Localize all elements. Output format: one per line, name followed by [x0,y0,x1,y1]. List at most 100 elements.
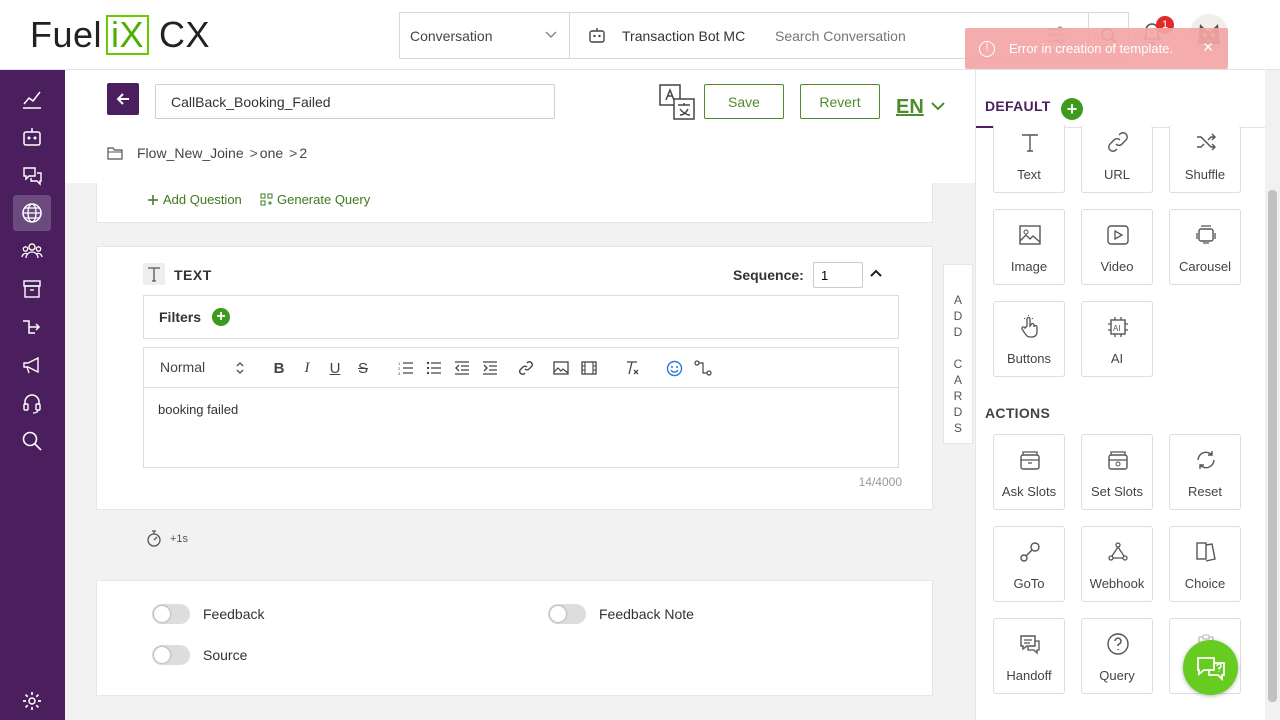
sidebar-item-settings[interactable] [13,683,51,719]
search-icon [22,431,42,451]
tab-default-label: DEFAULT [985,98,1051,114]
add-cards-toggle[interactable]: A D D C A R D S [943,264,973,444]
filters-section: Filters + [143,295,899,339]
emoji-icon[interactable] [665,359,683,377]
help-chat-button[interactable] [1183,640,1238,695]
chevron-down-icon[interactable] [931,102,945,111]
action-tile-handoff[interactable]: Handoff [993,618,1065,694]
users-icon [21,243,43,259]
feedback-toggle[interactable] [152,604,190,624]
action-tile-set-slots[interactable]: Set Slots [1081,434,1153,510]
sidebar-item-faq[interactable] [13,157,51,193]
tile-label: Buttons [1006,351,1052,366]
set-slot-icon [1106,448,1130,472]
settings-icon [23,692,41,710]
card-tile-ai[interactable]: AI AI [1081,301,1153,377]
card-tile-text[interactable]: Text [993,125,1065,193]
delay-indicator[interactable]: +1s [146,530,188,547]
megaphone-icon [23,356,39,374]
webhook-icon [1106,540,1130,564]
italic-icon[interactable]: I [298,359,316,377]
breadcrumb-level-1[interactable]: one [260,145,283,161]
sidebar-item-bots[interactable] [13,119,51,155]
sidebar-item-archive[interactable] [13,271,51,307]
add-question-link[interactable]: Add Question [147,192,242,207]
question-icon [1106,632,1130,656]
strikethrough-icon[interactable]: S [354,359,372,377]
sidebar-item-globe[interactable] [13,195,51,231]
add-tab-button[interactable]: + [1061,98,1083,120]
add-question-label: Add Question [163,192,242,207]
breadcrumb-level-2[interactable]: 2 [299,145,307,161]
editor-content: booking failed [158,402,239,417]
feedback-note-toggle[interactable] [548,604,586,624]
bot-select[interactable]: Transaction Bot MC [570,13,765,58]
template-name-input[interactable] [155,84,555,119]
add-cards-letter: A [953,373,962,387]
sidebar-item-users[interactable] [13,233,51,269]
action-tile-goto[interactable]: GoTo [993,526,1065,602]
tile-label: GoTo [1013,576,1045,591]
sidebar-item-search[interactable] [13,423,51,459]
sidebar-item-flows[interactable] [13,309,51,345]
add-filter-button[interactable]: + [212,308,231,326]
chevron-up-icon[interactable] [870,269,882,277]
card-tile-shuffle[interactable]: Shuffle [1169,125,1241,193]
language-select[interactable]: EN [896,96,924,119]
card-tile-video[interactable]: Video [1081,209,1153,285]
breadcrumb-folder[interactable]: Flow_New_Joine [137,145,244,161]
bot-icon [589,27,605,43]
outdent-icon[interactable] [453,359,471,377]
alert-icon: ! [979,40,995,57]
image-icon[interactable] [552,359,570,377]
right-panel-scroll-thumb[interactable] [1268,190,1277,702]
back-button[interactable] [107,83,139,115]
source-toggle[interactable] [152,645,190,665]
sidebar-item-analytics[interactable] [13,81,51,117]
generate-query-link[interactable]: Generate Query [260,192,370,207]
folder-icon [107,147,123,160]
generate-query-icon [260,193,273,206]
card-tile-image[interactable]: Image [993,209,1065,285]
toast-close-button[interactable]: ✕ [1202,39,1214,56]
underline-icon[interactable]: U [326,359,344,377]
translate-icon[interactable] [658,83,696,121]
rich-text-toolbar: Normal B I U S 123 [143,347,899,388]
ordered-list-icon[interactable]: 123 [397,359,415,377]
chat-help-icon [1196,656,1225,681]
tab-default[interactable]: DEFAULT + [976,82,1266,128]
action-tile-webhook[interactable]: Webhook [1081,526,1153,602]
card-tile-carousel[interactable]: Carousel [1169,209,1241,285]
link-icon [1106,130,1130,154]
add-cards-letter: A [953,293,962,307]
fuelix-logo[interactable]: Fuel iX CX [30,14,210,56]
action-tile-ask-slots[interactable]: Ask Slots [993,434,1065,510]
sequence-input[interactable] [813,262,863,288]
card-tile-buttons[interactable]: Buttons [993,301,1065,377]
link-icon[interactable] [517,359,535,377]
sidebar-item-campaigns[interactable] [13,347,51,383]
analytics-icon [23,91,41,109]
sidebar-item-support[interactable] [13,385,51,421]
revert-button[interactable]: Revert [800,84,880,119]
bullet-list-icon[interactable] [425,359,443,377]
action-tile-reset[interactable]: Reset [1169,434,1241,510]
tile-label: Carousel [1178,259,1232,274]
bold-icon[interactable]: B [270,359,288,377]
search-type-value: Conversation [410,27,493,44]
video-icon[interactable] [580,359,598,377]
search-type-select[interactable]: Conversation [400,13,570,58]
tile-label: Handoff [1006,668,1052,683]
text-format-select[interactable]: Normal [160,359,244,375]
clear-format-icon[interactable] [623,359,641,377]
tile-label: Video [1100,259,1134,274]
ai-chip-icon: AI [1106,315,1130,339]
text-editor-body[interactable]: booking failed [143,387,899,468]
tile-label: Choice [1184,576,1226,591]
connector-icon[interactable] [694,359,712,377]
save-button[interactable]: Save [704,84,784,119]
indent-icon[interactable] [481,359,499,377]
action-tile-query[interactable]: Query [1081,618,1153,694]
card-tile-url[interactable]: URL [1081,125,1153,193]
action-tile-choice[interactable]: Choice [1169,526,1241,602]
